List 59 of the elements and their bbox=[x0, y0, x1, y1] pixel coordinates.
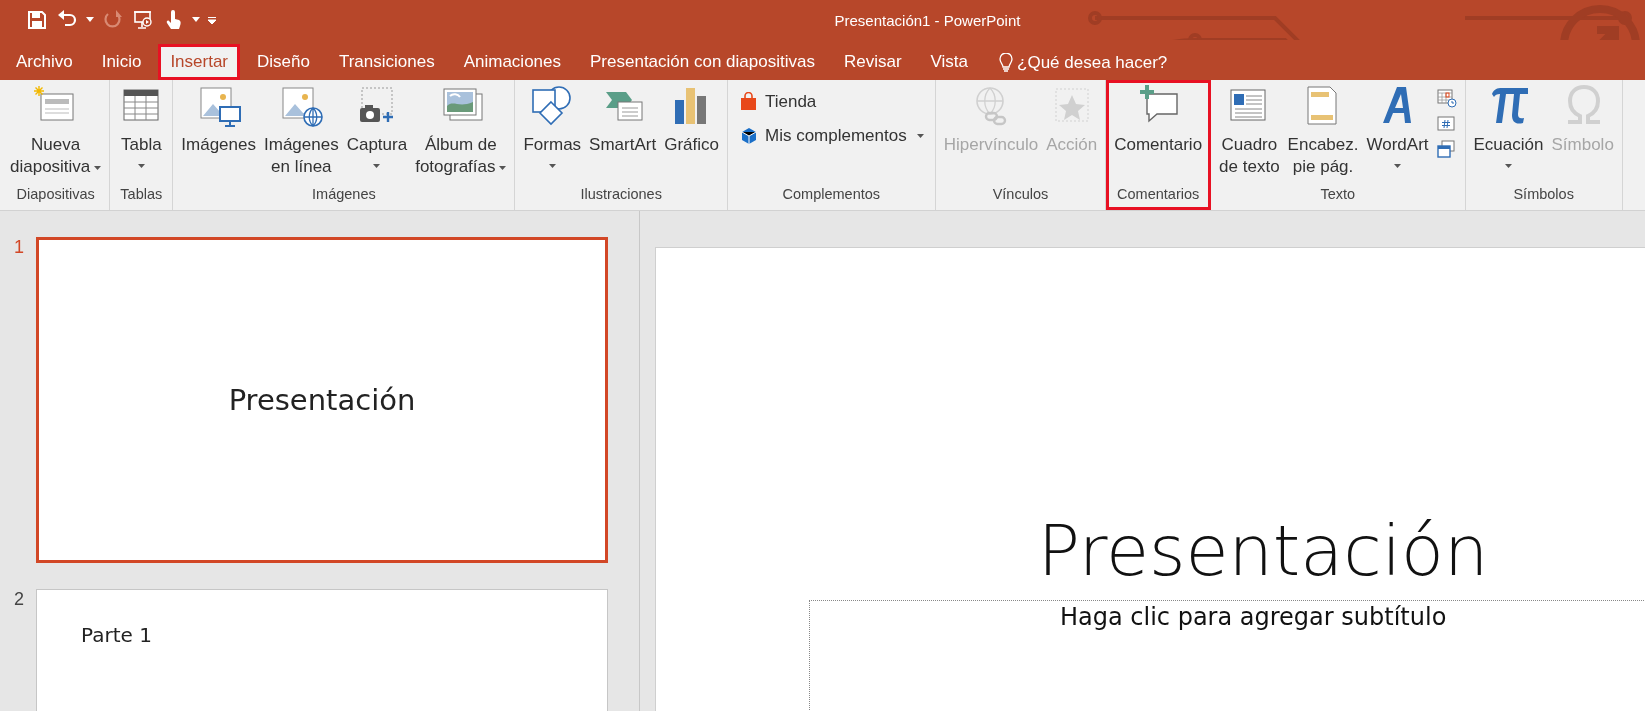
ribbon-button[interactable]: Cuadro de texto bbox=[1216, 84, 1283, 186]
group-label: Comentarios bbox=[1116, 186, 1201, 204]
thumbnail-title: Presentación bbox=[228, 383, 416, 417]
quick-access-button[interactable] bbox=[208, 16, 216, 24]
thumbnail-text: Parte 1 bbox=[81, 623, 152, 647]
slide-number: 2 bbox=[14, 589, 25, 611]
ribbon-tab[interactable]: Diseño bbox=[245, 44, 322, 80]
ribbon-button[interactable]: Tienda bbox=[732, 86, 930, 118]
slide-thumbnail[interactable]: Presentación bbox=[36, 237, 608, 563]
group-label: Texto bbox=[1319, 186, 1357, 204]
window-title: Presentación1 - PowerPoint bbox=[834, 11, 1021, 29]
ribbon-tab[interactable]: Insertar bbox=[158, 44, 240, 80]
slide-number: 1 bbox=[14, 237, 25, 259]
ribbon-button[interactable]: Tabla bbox=[115, 84, 168, 186]
window-icon bbox=[1435, 139, 1458, 161]
caret-icon bbox=[86, 16, 94, 24]
slide-title[interactable]: Presentación bbox=[1037, 510, 1489, 592]
ribbon-button[interactable]: Gráfico bbox=[661, 84, 722, 186]
ribbon-tab[interactable]: Transiciones bbox=[326, 44, 447, 80]
quick-access-button[interactable] bbox=[132, 9, 154, 31]
ribbon-tab[interactable]: Revisar bbox=[831, 44, 914, 80]
quick-access-button[interactable] bbox=[192, 16, 200, 24]
group-label: Ilustraciones bbox=[579, 186, 663, 204]
caret-icon bbox=[208, 16, 216, 24]
ribbon-button[interactable]: Imágenes bbox=[178, 84, 259, 186]
ribbon-button[interactable]: Álbum de fotografías bbox=[412, 84, 510, 186]
ribbon-tab[interactable]: Animaciones bbox=[451, 44, 573, 80]
ribbon-button[interactable]: Nueva diapositiva bbox=[7, 84, 105, 186]
ribbon-tab[interactable]: Inicio bbox=[89, 44, 154, 80]
ribbon-button[interactable]: Comentario bbox=[1111, 84, 1206, 186]
ribbon-tab[interactable]: Vista bbox=[918, 44, 981, 80]
group-label: Vínculos bbox=[991, 186, 1050, 204]
group-label: Tablas bbox=[119, 186, 164, 204]
ribbon-button[interactable]: SmartArt bbox=[586, 84, 660, 186]
group-label: Imágenes bbox=[311, 186, 377, 204]
quick-access-button[interactable] bbox=[86, 16, 94, 24]
calendar-clock-icon bbox=[1435, 87, 1458, 109]
tell-me-field[interactable]: ¿Qué desea hacer? bbox=[1017, 53, 1168, 73]
group-label: Complementos bbox=[781, 186, 882, 204]
shopping-bag-icon bbox=[738, 92, 759, 112]
subtitle-placeholder-box[interactable]: Haga clic para agregar subtítulo bbox=[809, 600, 1645, 711]
save-icon bbox=[26, 9, 48, 31]
ribbon-tab[interactable]: Presentación con diapositivas bbox=[578, 44, 827, 80]
ribbon-button[interactable]: Encabez. pie pág. bbox=[1284, 84, 1362, 186]
present-icon bbox=[132, 9, 154, 31]
quick-access-button[interactable] bbox=[26, 9, 48, 31]
subtitle-placeholder-text: Haga clic para agregar subtítulo bbox=[1060, 602, 1447, 633]
group-label: Símbolos bbox=[1512, 186, 1575, 204]
ribbon-button[interactable]: Captura bbox=[343, 84, 411, 186]
ribbon-tab[interactable]: Archivo bbox=[4, 44, 85, 80]
lightbulb-icon bbox=[999, 53, 1014, 73]
group-label: Diapositivas bbox=[15, 186, 96, 204]
ribbon-button[interactable]: WordArt bbox=[1363, 84, 1432, 186]
caret-icon bbox=[192, 16, 200, 24]
ribbon-button[interactable]: Mis complementos bbox=[732, 120, 930, 152]
slide-thumbnail[interactable]: Parte 1 bbox=[36, 589, 608, 711]
ribbon-button[interactable]: Formas bbox=[520, 84, 585, 186]
ribbon-button[interactable]: Ecuación bbox=[1470, 84, 1547, 186]
ribbon-button[interactable]: Imágenes en línea bbox=[261, 84, 342, 186]
